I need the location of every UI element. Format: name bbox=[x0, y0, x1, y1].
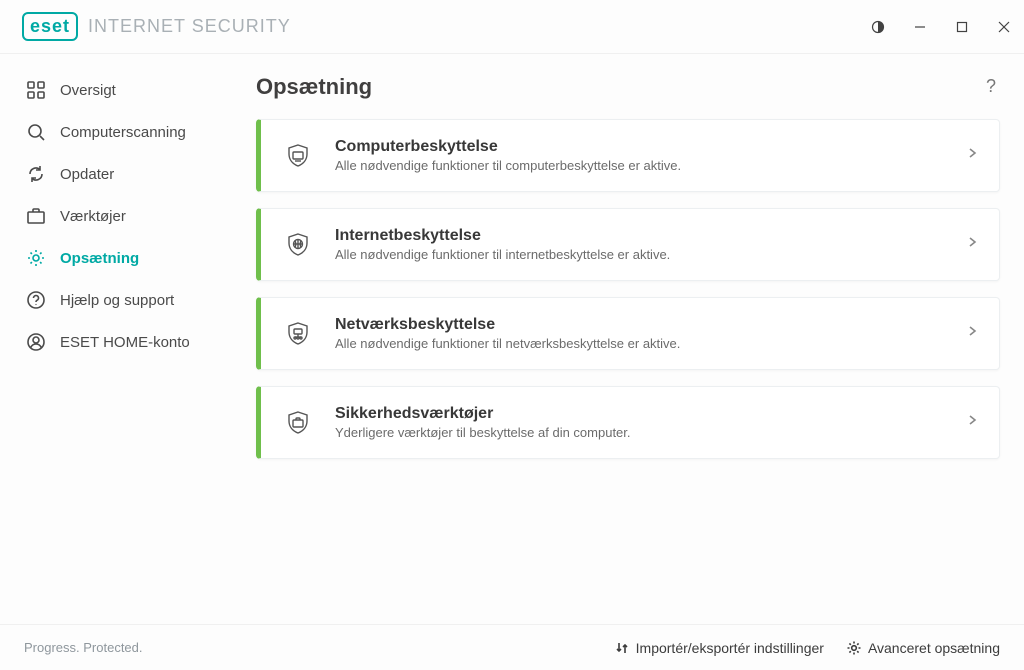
scan-icon bbox=[26, 122, 46, 142]
sidebar-item-update[interactable]: Opdater bbox=[0, 154, 238, 194]
card-body: Internetbeskyttelse Alle nødvendige funk… bbox=[335, 227, 965, 262]
sidebar-item-label: Opsætning bbox=[60, 250, 139, 267]
card-body: Netværksbeskyttelse Alle nødvendige funk… bbox=[335, 316, 965, 351]
card-body: Computerbeskyttelse Alle nødvendige funk… bbox=[335, 138, 965, 173]
tools-icon bbox=[26, 206, 46, 226]
sidebar-item-help[interactable]: Hjælp og support bbox=[0, 280, 238, 320]
card-network-protection[interactable]: Netværksbeskyttelse Alle nødvendige funk… bbox=[256, 297, 1000, 370]
contrast-icon[interactable] bbox=[870, 19, 886, 35]
card-subtitle: Alle nødvendige funktioner til computerb… bbox=[335, 158, 965, 173]
sidebar-item-setup[interactable]: Opsætning bbox=[0, 238, 238, 278]
sidebar-item-label: ESET HOME-konto bbox=[60, 334, 190, 351]
advanced-setup-label: Avanceret opsætning bbox=[868, 640, 1000, 656]
sidebar-item-account[interactable]: ESET HOME-konto bbox=[0, 322, 238, 362]
sidebar-item-label: Computerscanning bbox=[60, 124, 186, 141]
minimize-button[interactable] bbox=[912, 19, 928, 35]
card-security-tools[interactable]: Sikkerhedsværktøjer Yderligere værktøjer… bbox=[256, 386, 1000, 459]
page-head: Opsætning ? bbox=[256, 72, 1000, 101]
card-title: Computerbeskyttelse bbox=[335, 138, 965, 156]
sidebar-item-label: Hjælp og support bbox=[60, 292, 174, 309]
import-export-button[interactable]: Importér/eksportér indstillinger bbox=[614, 640, 824, 656]
sidebar-item-label: Værktøjer bbox=[60, 208, 126, 225]
main-row: Oversigt Computerscanning Opdater Værktø… bbox=[0, 54, 1024, 624]
chevron-right-icon bbox=[965, 413, 979, 432]
card-subtitle: Alle nødvendige funktioner til netværksb… bbox=[335, 336, 965, 351]
titlebar: eset INTERNET SECURITY bbox=[0, 0, 1024, 54]
sidebar-item-label: Oversigt bbox=[60, 82, 116, 99]
sidebar-list: Oversigt Computerscanning Opdater Værktø… bbox=[0, 70, 238, 362]
help-icon bbox=[26, 290, 46, 310]
advanced-setup-button[interactable]: Avanceret opsætning bbox=[846, 640, 1000, 656]
brand-logo: eset bbox=[22, 12, 78, 41]
card-body: Sikkerhedsværktøjer Yderligere værktøjer… bbox=[335, 405, 965, 440]
account-icon bbox=[26, 332, 46, 352]
brand: eset INTERNET SECURITY bbox=[22, 12, 291, 41]
shield-globe-icon bbox=[283, 230, 313, 260]
brand-product-name: INTERNET SECURITY bbox=[88, 16, 291, 37]
setup-icon bbox=[26, 248, 46, 268]
sidebar-item-label: Opdater bbox=[60, 166, 114, 183]
chevron-right-icon bbox=[965, 146, 979, 165]
close-button[interactable] bbox=[996, 19, 1012, 35]
sidebar-item-tools[interactable]: Værktøjer bbox=[0, 196, 238, 236]
card-internet-protection[interactable]: Internetbeskyttelse Alle nødvendige funk… bbox=[256, 208, 1000, 281]
shield-briefcase-icon bbox=[283, 408, 313, 438]
footer: Progress. Protected. Importér/eksportér … bbox=[0, 624, 1024, 670]
card-subtitle: Yderligere værktøjer til beskyttelse af … bbox=[335, 425, 965, 440]
overview-icon bbox=[26, 80, 46, 100]
import-export-icon bbox=[614, 640, 630, 656]
card-title: Netværksbeskyttelse bbox=[335, 316, 965, 334]
card-computer-protection[interactable]: Computerbeskyttelse Alle nødvendige funk… bbox=[256, 119, 1000, 192]
sidebar: Oversigt Computerscanning Opdater Værktø… bbox=[0, 54, 238, 624]
card-list: Computerbeskyttelse Alle nødvendige funk… bbox=[256, 119, 1000, 459]
footer-actions: Importér/eksportér indstillinger Avancer… bbox=[614, 640, 1000, 656]
card-title: Internetbeskyttelse bbox=[335, 227, 965, 245]
card-subtitle: Alle nødvendige funktioner til internetb… bbox=[335, 247, 965, 262]
chevron-right-icon bbox=[965, 324, 979, 343]
chevron-right-icon bbox=[965, 235, 979, 254]
import-export-label: Importér/eksportér indstillinger bbox=[636, 640, 824, 656]
page-title: Opsætning bbox=[256, 74, 372, 100]
gear-icon bbox=[846, 640, 862, 656]
sidebar-item-scan[interactable]: Computerscanning bbox=[0, 112, 238, 152]
shield-monitor-icon bbox=[283, 141, 313, 171]
update-icon bbox=[26, 164, 46, 184]
content: Opsætning ? Computerbeskyttelse Alle nød… bbox=[238, 54, 1024, 624]
shield-network-icon bbox=[283, 319, 313, 349]
footer-tagline: Progress. Protected. bbox=[24, 640, 143, 655]
window-controls bbox=[870, 19, 1012, 35]
sidebar-item-overview[interactable]: Oversigt bbox=[0, 70, 238, 110]
maximize-button[interactable] bbox=[954, 19, 970, 35]
card-title: Sikkerhedsværktøjer bbox=[335, 405, 965, 423]
help-button[interactable]: ? bbox=[982, 72, 1000, 101]
